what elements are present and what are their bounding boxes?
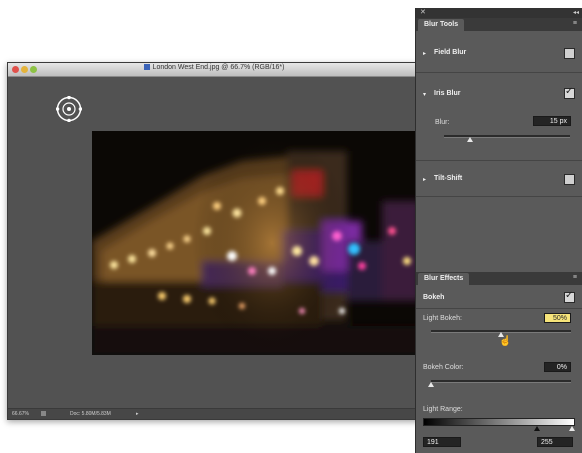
status-bar: 66.67% Doc: 5.80M/5.83M ▸ — [8, 408, 420, 419]
panel-menu-icon[interactable]: ≡ — [573, 18, 577, 30]
bokeh-color-slider-thumb[interactable] — [428, 382, 434, 387]
document-title: London West End.jpg @ 66.7% (RGB/16*) — [8, 64, 420, 71]
blur-tools-tabbar: Blur Tools ≡ — [416, 18, 582, 31]
close-icon[interactable]: ✕ — [420, 8, 426, 18]
status-icon[interactable] — [41, 411, 46, 416]
divider — [416, 196, 582, 197]
bokeh-color-slider[interactable] — [431, 380, 571, 383]
tab-blur-tools[interactable]: Blur Tools — [418, 19, 465, 31]
blur-amount-label: Blur: — [435, 119, 450, 126]
bokeh-color-field[interactable]: 0% — [544, 362, 571, 372]
light-range-high-field[interactable]: 255 — [537, 437, 573, 447]
blur-panel: ✕ ◂◂ Blur Tools ≡ ▸ Field Blur ▾ Iris Bl… — [415, 8, 582, 453]
bokeh-checkbox[interactable]: ✓ — [564, 290, 575, 303]
tab-blur-effects[interactable]: Blur Effects — [418, 273, 470, 285]
pointer-hand-icon: ☝ — [499, 336, 512, 347]
document-window: London West End.jpg @ 66.7% (RGB/16*) 66… — [7, 62, 421, 420]
iris-blur-checkbox[interactable]: ✓ — [564, 86, 575, 99]
blurred-photo — [92, 131, 420, 355]
light-range-low-field[interactable]: 191 — [423, 437, 461, 447]
document-title-text: London West End.jpg @ 66.7% (RGB/16*) — [152, 64, 285, 71]
expand-field-blur-icon[interactable]: ▸ — [423, 50, 426, 57]
blur-amount-field[interactable]: 15 px — [533, 116, 571, 126]
light-range-high-thumb[interactable] — [569, 426, 575, 431]
light-bokeh-field[interactable]: 50% — [544, 313, 571, 323]
tilt-shift-checkbox[interactable] — [564, 174, 575, 185]
light-bokeh-label: Light Bokeh: — [423, 315, 462, 322]
blur-pin-icon[interactable] — [56, 96, 82, 122]
bokeh-label[interactable]: Bokeh — [423, 294, 444, 301]
field-blur-checkbox[interactable] — [564, 48, 575, 59]
document-size: Doc: 5.80M/5.83M — [70, 411, 111, 417]
tilt-shift-label[interactable]: Tilt-Shift — [434, 175, 462, 182]
collapse-panel-icon[interactable]: ◂◂ — [573, 8, 579, 18]
light-range-label: Light Range: — [423, 406, 463, 413]
panel-menu-icon[interactable]: ≡ — [573, 272, 577, 284]
photo-canvas[interactable] — [92, 131, 420, 355]
check-icon: ✓ — [565, 86, 574, 97]
light-range-low-thumb[interactable] — [534, 426, 540, 431]
expand-tilt-shift-icon[interactable]: ▸ — [423, 176, 426, 183]
divider — [416, 308, 582, 309]
field-blur-label[interactable]: Field Blur — [434, 49, 466, 56]
document-icon — [143, 64, 150, 71]
check-icon: ✓ — [565, 290, 574, 301]
zoom-level[interactable]: 66.67% — [12, 411, 29, 417]
blur-amount-slider-thumb[interactable] — [467, 137, 473, 142]
bokeh-color-label: Bokeh Color: — [423, 364, 464, 371]
blur-amount-slider[interactable] — [444, 135, 570, 138]
divider — [416, 160, 582, 161]
blur-effects-tabbar: Blur Effects ≡ — [416, 272, 582, 285]
document-titlebar[interactable]: London West End.jpg @ 66.7% (RGB/16*) — [8, 63, 420, 77]
collapse-iris-blur-icon[interactable]: ▾ — [423, 91, 426, 98]
status-menu-arrow-icon[interactable]: ▸ — [136, 411, 139, 417]
divider — [416, 72, 582, 73]
light-range-gradient[interactable] — [423, 418, 575, 426]
panel-top-bar: ✕ ◂◂ — [416, 8, 582, 18]
iris-blur-label[interactable]: Iris Blur — [434, 90, 460, 97]
